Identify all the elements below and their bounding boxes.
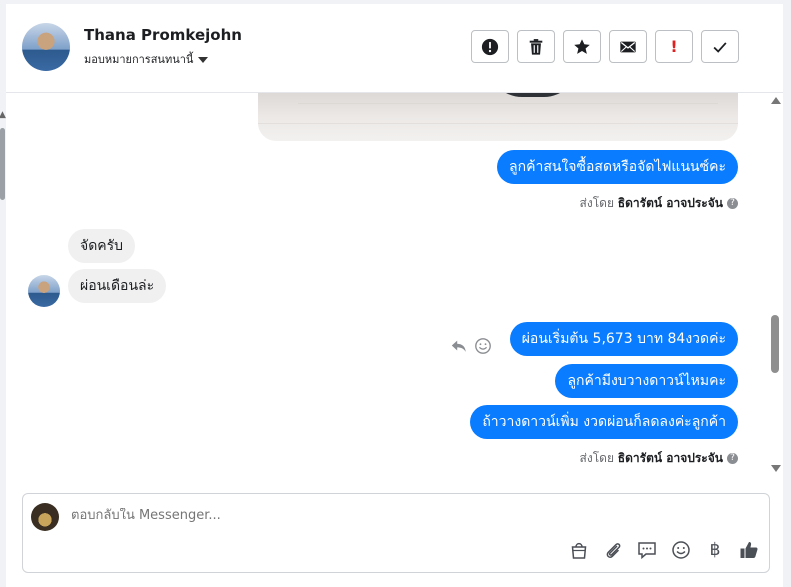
incoming-message[interactable]: จัดครับ (68, 229, 136, 263)
assign-conversation-dropdown[interactable]: มอบหมายการสนทนานี้ (84, 50, 209, 68)
contact-avatar-small[interactable] (28, 275, 60, 307)
paperclip-icon[interactable] (603, 540, 623, 560)
sent-by-label: ส่งโดย ธิดารัตน์ อาจประจัน? (580, 449, 738, 468)
mark-unread-button[interactable] (609, 30, 647, 63)
baht-icon[interactable]: ฿ (705, 540, 725, 560)
caret-down-icon (198, 57, 209, 63)
exclamation-icon: ! (670, 37, 678, 56)
follow-up-button[interactable]: ! (655, 30, 693, 63)
chat-bubble-icon[interactable] (637, 540, 657, 560)
reply-icon[interactable] (450, 337, 468, 355)
window-right-edge (783, 0, 791, 587)
left-scrollbar-thumb[interactable] (0, 128, 5, 200)
sent-by-label: ส่งโดย ธิดารัตน์ อาจประจัน? (580, 194, 738, 213)
reply-composer: ฿ (22, 493, 770, 573)
thumbs-up-icon[interactable] (739, 540, 759, 560)
reply-input[interactable] (71, 508, 591, 523)
help-icon[interactable]: ? (727, 198, 738, 209)
outgoing-message[interactable]: ลูกค้าสนใจซื้อสดหรือจัดไฟแนนซ์คะ (497, 150, 738, 184)
contact-name[interactable]: Thana Promkejohn (84, 26, 242, 44)
incoming-message[interactable]: ผ่อนเดือนล่ะ (68, 269, 167, 303)
contact-avatar[interactable] (22, 23, 70, 71)
outgoing-message[interactable]: ผ่อนเริ่มต้น 5,673 บาท 84งวดค่ะ (509, 322, 738, 356)
delete-button[interactable] (517, 30, 555, 63)
mark-done-button[interactable] (701, 30, 739, 63)
scroll-up-arrow-icon[interactable] (771, 97, 781, 104)
photo-car-tyre (488, 93, 578, 97)
spam-button[interactable] (471, 30, 509, 63)
envelope-icon (620, 41, 636, 52)
message-hover-tools (450, 337, 492, 355)
scroll-down-arrow-icon[interactable] (771, 465, 781, 472)
shared-photo-attachment[interactable] (258, 93, 738, 141)
thread-scrollbar-thumb[interactable] (771, 315, 779, 373)
conversation-header: Thana Promkejohn มอบหมายการสนทนานี้ ! (6, 4, 783, 93)
thread-scrollbar[interactable] (769, 93, 783, 485)
smiley-icon[interactable] (671, 540, 691, 560)
sent-by-prefix: ส่งโดย (579, 196, 614, 210)
outgoing-message[interactable]: ถ้าวางดาวน์เพิ่ม งวดผ่อนก็ลดลงค่ะลูกค้า (470, 405, 738, 439)
sent-by-agent-name[interactable]: ธิดารัตน์ อาจประจัน (618, 196, 723, 210)
alert-circle-icon (481, 38, 499, 55)
assign-label: มอบหมายการสนทนานี้ (84, 53, 194, 66)
photo-floor-line (258, 123, 738, 124)
help-icon[interactable]: ? (727, 453, 738, 464)
photo-floor-line (298, 103, 718, 104)
star-icon (574, 38, 590, 54)
header-actions: ! (471, 30, 739, 63)
composer-toolbar: ฿ (569, 540, 759, 560)
shopping-bag-icon[interactable] (569, 540, 589, 560)
trash-icon (529, 38, 543, 55)
sent-by-prefix: ส่งโดย (579, 451, 614, 465)
star-button[interactable] (563, 30, 601, 63)
page-avatar (31, 503, 59, 531)
emoji-reaction-icon[interactable] (474, 337, 492, 355)
outgoing-message[interactable]: ลูกค้ามีงบวางดาวน์ไหมคะ (555, 364, 738, 398)
sent-by-agent-name[interactable]: ธิดารัตน์ อาจประจัน (618, 451, 723, 465)
check-icon (713, 41, 727, 53)
message-thread[interactable]: ลูกค้าสนใจซื้อสดหรือจัดไฟแนนซ์คะ ส่งโดย … (6, 93, 768, 485)
